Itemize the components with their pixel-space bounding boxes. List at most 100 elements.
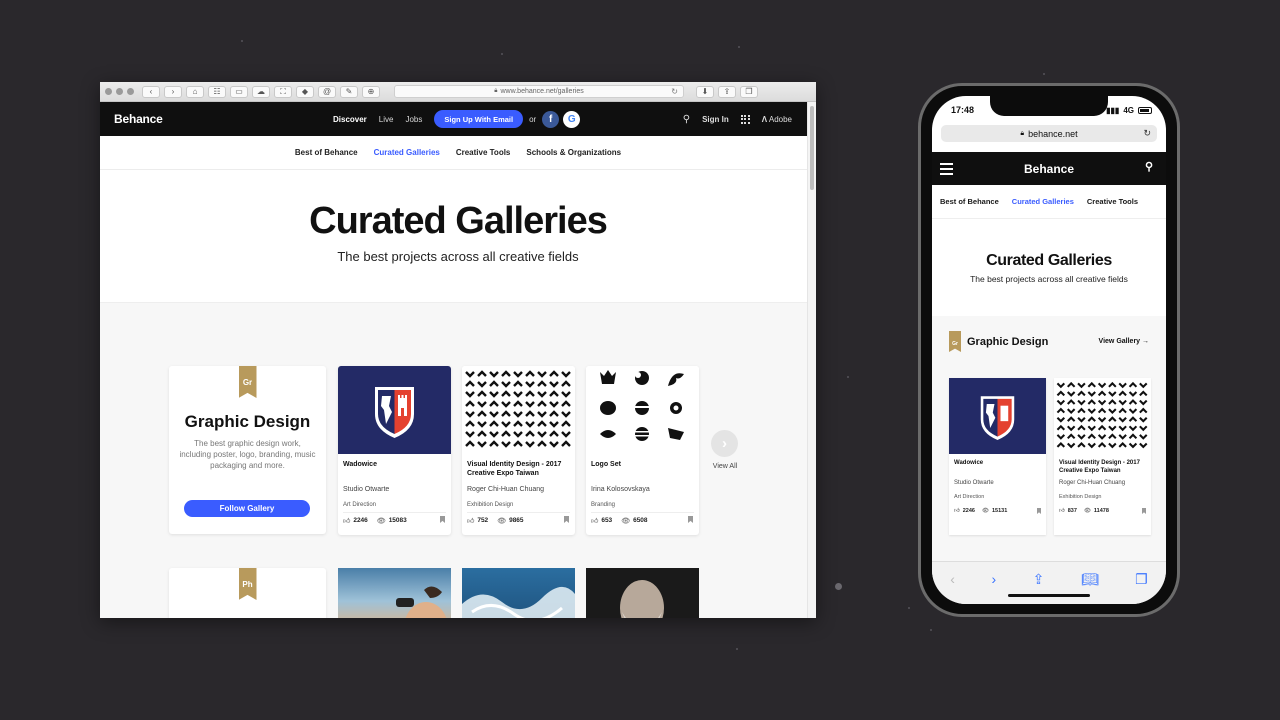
scrollbar-thumb[interactable]	[810, 106, 814, 190]
hero-section: Curated Galleries The best projects acro…	[100, 170, 816, 303]
google-signin-icon[interactable]: G	[563, 110, 581, 128]
book-icon[interactable]: 📖︎	[1081, 571, 1099, 588]
mobile-project-thumbnail[interactable]	[949, 378, 1046, 454]
project-card[interactable]: Visual Identity Design - 2017 Creative E…	[462, 366, 575, 535]
extension-pen-icon[interactable]: ✎	[340, 85, 358, 98]
mobile-gallery-content: Gr Graphic Design View Gallery → Wadowic…	[932, 316, 1166, 561]
nav-live[interactable]: Live	[379, 115, 394, 124]
extension-drop-icon[interactable]: ◆	[296, 85, 314, 98]
mobile-project-title[interactable]: Visual Identity Design - 2017 Creative E…	[1054, 454, 1151, 480]
sign-in-link[interactable]: Sign In	[702, 115, 729, 124]
project-stats: 👍︎ 653 👁︎ 6508	[586, 513, 699, 525]
sign-up-email-button[interactable]: Sign Up With Email	[434, 110, 524, 128]
apps-grid-icon[interactable]	[740, 114, 750, 124]
project-owner[interactable]: Studio Otwarte	[338, 486, 451, 493]
reload-icon[interactable]: ↻	[671, 87, 678, 96]
nav-discover[interactable]: Discover	[333, 115, 367, 124]
thumb-up-icon: 👍︎	[954, 508, 960, 514]
maximize-window-button[interactable]	[127, 88, 134, 95]
mobile-project-title[interactable]: Wadowice	[949, 454, 1046, 480]
bookmark-icon[interactable]	[688, 516, 693, 523]
mobile-address-bar[interactable]: 🔒︎ behance.net ↻	[941, 125, 1157, 142]
project-owner[interactable]: Irina Kolosovskaya	[586, 486, 699, 493]
project-thumbnail[interactable]	[462, 568, 575, 618]
sidebar-icon[interactable]: ▭	[230, 85, 248, 98]
top-sites-icon[interactable]: ☷	[208, 85, 226, 98]
hamburger-icon[interactable]	[940, 163, 953, 178]
bookmark-icon[interactable]	[1142, 508, 1146, 514]
tabs-overview-icon[interactable]: ❐	[740, 85, 758, 98]
gallery-title[interactable]: Graphic Design	[169, 412, 326, 432]
project-card[interactable]: Wadowice Studio Otwarte Art Direction 👍︎…	[338, 366, 451, 535]
icloud-icon[interactable]: ☁	[252, 85, 270, 98]
mobile-subnav-best-of-behance[interactable]: Best of Behance	[940, 197, 999, 206]
home-icon[interactable]: ⌂	[186, 85, 204, 98]
project-thumbnail[interactable]	[338, 366, 451, 454]
nav-jobs[interactable]: Jobs	[405, 115, 422, 124]
download-icon[interactable]: ⬇	[696, 85, 714, 98]
subnav-best-of-behance[interactable]: Best of Behance	[295, 148, 358, 157]
project-thumbnail[interactable]	[338, 568, 451, 618]
bookmark-icon[interactable]	[564, 516, 569, 523]
crest-logo-image	[980, 396, 1015, 441]
gallery-info-card: Gr Graphic Design The best graphic desig…	[169, 366, 326, 534]
binoculars-photo	[396, 586, 447, 618]
mobile-gallery-title[interactable]: Graphic Design	[967, 336, 1048, 348]
adobe-link[interactable]: Ʌ Adobe	[762, 115, 792, 124]
mobile-project-thumbnail[interactable]	[1054, 378, 1151, 454]
back-icon[interactable]: ‹	[950, 571, 955, 587]
project-title[interactable]: Visual Identity Design - 2017 Creative E…	[462, 454, 575, 484]
project-owner[interactable]: Roger Chi-Huan Chuang	[462, 486, 575, 493]
project-card[interactable]: Logo Set Irina Kolosovskaya Branding 👍︎ 6…	[586, 366, 699, 535]
eye-icon: 👁︎	[621, 517, 631, 525]
search-icon[interactable]: ⚲	[683, 114, 690, 125]
background-dot	[835, 583, 842, 590]
thumb-up-icon: 👍︎	[467, 518, 475, 525]
view-gallery-link[interactable]: View Gallery →	[1099, 338, 1149, 345]
view-all-control[interactable]: › View All	[711, 430, 739, 470]
project-field[interactable]: Branding	[586, 502, 699, 508]
subnav-curated-galleries[interactable]: Curated Galleries	[374, 148, 440, 157]
bookmark-icon[interactable]	[1037, 508, 1041, 514]
view-count: 6508	[633, 517, 648, 524]
project-thumbnail[interactable]	[586, 568, 699, 618]
mobile-project-card[interactable]: Wadowice Studio Otwarte Art Direction 👍︎…	[949, 378, 1046, 535]
share-icon[interactable]: ⇪	[718, 85, 736, 98]
address-bar[interactable]: 🔒︎ www.behance.net/galleries ↻	[394, 85, 684, 98]
view-all-label[interactable]: View All	[711, 463, 739, 470]
project-title[interactable]: Logo Set	[586, 454, 699, 484]
project-thumbnail[interactable]	[586, 366, 699, 454]
follow-gallery-button[interactable]: Follow Gallery	[184, 500, 310, 517]
view-count: 15131	[991, 508, 1008, 514]
project-field[interactable]: Art Direction	[338, 502, 451, 508]
mobile-project-card[interactable]: Visual Identity Design - 2017 Creative E…	[1054, 378, 1151, 535]
back-nav-icon[interactable]: ‹	[142, 85, 160, 98]
mobile-subnav-creative-tools[interactable]: Creative Tools	[1087, 197, 1138, 206]
mobile-subnav-curated-galleries[interactable]: Curated Galleries	[1012, 197, 1074, 206]
close-window-button[interactable]	[105, 88, 112, 95]
extension-at-icon[interactable]: @	[318, 85, 336, 98]
forward-icon[interactable]: ›	[991, 571, 996, 587]
project-thumbnail[interactable]	[462, 366, 575, 454]
bookmark-icon[interactable]	[440, 516, 445, 523]
share-icon[interactable]: ⇪	[1033, 571, 1045, 588]
chevron-right-icon[interactable]: ›	[711, 430, 738, 457]
mobile-project-owner[interactable]: Roger Chi-Huan Chuang	[1054, 480, 1151, 486]
mobile-behance-logo[interactable]: Behance	[1024, 162, 1074, 176]
subnav-schools-organizations[interactable]: Schools & Organizations	[526, 148, 621, 157]
mobile-project-owner[interactable]: Studio Otwarte	[949, 480, 1046, 486]
behance-logo[interactable]: Behance	[114, 112, 163, 126]
search-icon[interactable]: ⚲	[1145, 160, 1153, 173]
subnav-creative-tools[interactable]: Creative Tools	[456, 148, 511, 157]
extension-target-icon[interactable]: ⊕	[362, 85, 380, 98]
forward-nav-icon[interactable]: ›	[164, 85, 182, 98]
minimize-window-button[interactable]	[116, 88, 123, 95]
project-field[interactable]: Exhibition Design	[462, 502, 575, 508]
tabs-icon[interactable]: ❐	[1135, 571, 1148, 588]
reload-icon[interactable]: ↻	[1143, 128, 1151, 139]
facebook-signin-icon[interactable]: f	[542, 110, 560, 128]
extension-screenshot-icon[interactable]: ⛶	[274, 85, 292, 98]
project-title[interactable]: Wadowice	[338, 454, 451, 484]
home-indicator[interactable]	[1008, 594, 1090, 597]
eye-icon: 👁︎	[376, 517, 386, 525]
